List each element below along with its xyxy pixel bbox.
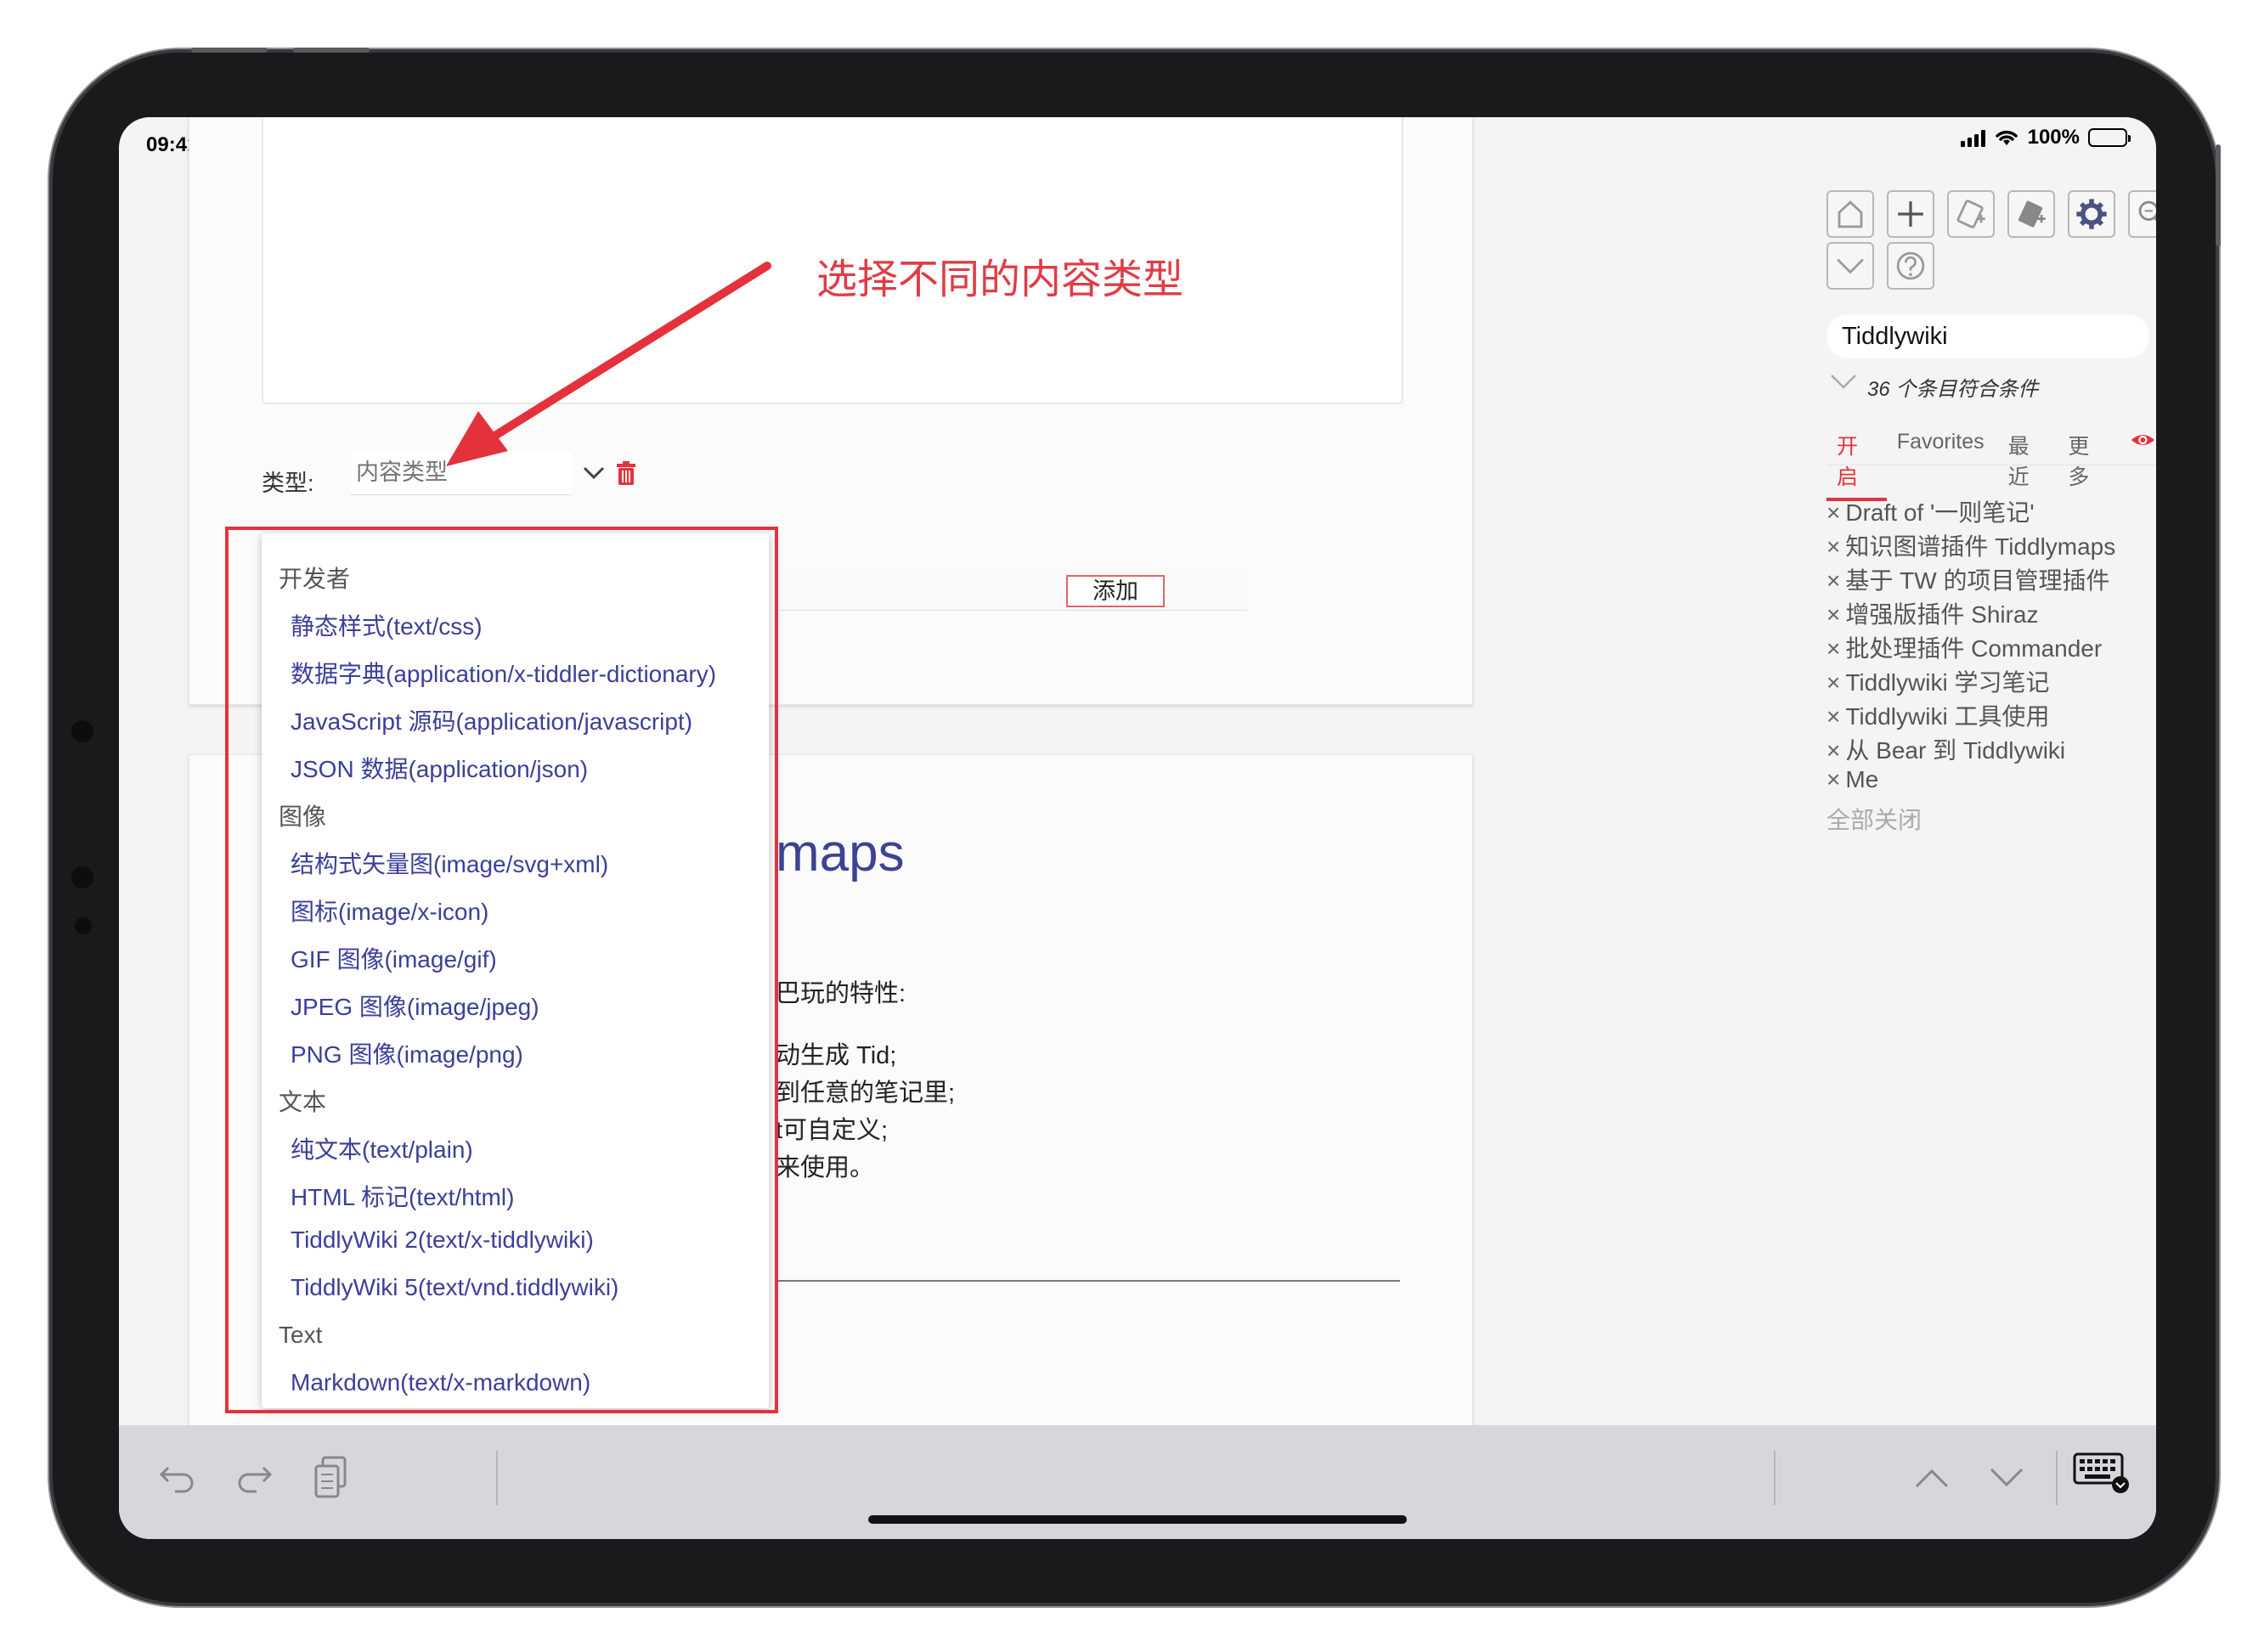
close-icon[interactable]: × [1826, 533, 1840, 560]
content-type-dropdown: 开发者 静态样式(text/css) 数据字典(application/x-ti… [262, 533, 769, 1408]
wifi-icon [1995, 130, 2018, 145]
close-icon[interactable]: × [1826, 703, 1840, 730]
undo-icon[interactable] [158, 1461, 197, 1495]
dropdown-item[interactable]: TiddlyWiki 5(text/vnd.tiddlywiki) [291, 1274, 618, 1301]
close-icon[interactable]: × [1826, 669, 1840, 696]
body-text: t可自定义; [776, 1117, 889, 1144]
fold-all-icon[interactable] [1826, 242, 1874, 290]
open-tiddler-item[interactable]: × Tiddlywiki 学习笔记 [1826, 664, 2049, 698]
close-icon[interactable]: × [1826, 567, 1840, 594]
camera-sensor [75, 917, 92, 934]
open-tiddler-link[interactable]: 从 Bear 到 Tiddlywiki [1845, 737, 2065, 764]
dropdown-item[interactable]: JavaScript 源码(application/javascript) [291, 703, 692, 737]
dropdown-item[interactable]: 图标(image/x-icon) [291, 894, 488, 927]
dropdown-group-label: 图像 [279, 803, 327, 830]
divider [776, 1280, 1400, 1282]
open-tiddler-item[interactable]: × Tiddlywiki 工具使用 [1826, 698, 2049, 732]
toolbar-divider [1774, 1451, 1776, 1505]
open-tiddler-item[interactable]: × 知识图谱插件 Tiddlymaps [1826, 528, 2115, 562]
open-tiddler-item[interactable]: × Me [1826, 766, 1878, 793]
dropdown-item[interactable]: TiddlyWiki 2(text/x-tiddlywiki) [291, 1226, 594, 1254]
close-icon[interactable]: × [1826, 635, 1840, 662]
new-tiddler-icon[interactable] [1887, 190, 1934, 238]
body-text: 巴玩的特性: [776, 980, 906, 1007]
chevron-down-icon[interactable] [1830, 372, 1857, 391]
add-tag-button[interactable]: 添加 [1066, 575, 1165, 607]
control-panel-icon[interactable] [2068, 190, 2115, 238]
open-tiddler-item[interactable]: × Draft of '一则笔记' [1826, 494, 2035, 528]
status-indicators: 100% [1960, 126, 2131, 149]
dropdown-group-label: Text [279, 1322, 323, 1348]
open-tiddler-link[interactable]: Tiddlywiki 学习笔记 [1845, 669, 2049, 696]
annotation-arrow [446, 262, 771, 466]
open-tiddler-link[interactable]: 知识图谱插件 Tiddlymaps [1845, 533, 2115, 560]
search-match-count: 36 个条目符合条件 [1867, 378, 2039, 401]
dropdown-item[interactable]: PNG 图像(image/png) [291, 1036, 523, 1070]
search-input[interactable] [1826, 314, 2149, 358]
new-journal-icon[interactable] [1947, 190, 1995, 238]
hide-keyboard-icon[interactable] [2071, 1451, 2131, 1495]
dropdown-item[interactable]: 数据字典(application/x-tiddler-dictionary) [291, 656, 716, 690]
dropdown-item[interactable]: JPEG 图像(image/jpeg) [291, 989, 539, 1023]
advanced-search-icon[interactable] [2128, 190, 2156, 238]
chevron-down-icon[interactable] [1988, 1466, 2025, 1490]
import-icon[interactable] [2007, 190, 2055, 238]
toolbar-divider [2056, 1451, 2058, 1505]
dropdown-item[interactable]: Markdown(text/x-markdown) [291, 1369, 590, 1396]
tag-input[interactable] [776, 572, 1247, 611]
body-text: 来使用。 [776, 1154, 875, 1181]
open-tiddler-link[interactable]: 批处理插件 Commander [1845, 635, 2102, 662]
close-icon[interactable]: × [1826, 737, 1840, 764]
tiddler-title[interactable]: maps [776, 823, 905, 883]
open-tiddler-link[interactable]: Me [1845, 766, 1878, 792]
screen: 09:41 9月12日 周三 100% 类型: 添加 选择不同的内容类型 map… [119, 117, 2156, 1539]
tab-recent[interactable]: 最近 [1998, 430, 2058, 501]
dropdown-item[interactable]: 纯文本(text/plain) [291, 1131, 473, 1165]
camera-sensor [71, 866, 93, 888]
dropdown-item[interactable]: HTML 标记(text/html) [291, 1179, 514, 1213]
open-tiddler-item[interactable]: × 从 Bear 到 Tiddlywiki [1826, 732, 2065, 766]
battery-percent: 100% [2027, 126, 2080, 149]
open-tiddler-item[interactable]: × 批处理插件 Commander [1826, 630, 2102, 664]
dropdown-item[interactable]: GIF 图像(image/gif) [291, 941, 497, 975]
tab-open[interactable]: 开启 [1826, 430, 1887, 501]
close-icon[interactable]: × [1826, 766, 1840, 792]
redo-icon[interactable] [234, 1461, 274, 1495]
open-tiddler-link[interactable]: 基于 TW 的项目管理插件 [1845, 567, 2109, 594]
home-icon[interactable] [1826, 190, 1874, 238]
top-button [191, 48, 268, 53]
open-tiddler-item[interactable]: × 基于 TW 的项目管理插件 [1826, 562, 2109, 596]
eye-icon[interactable] [2130, 428, 2156, 452]
dropdown-group-label: 开发者 [279, 566, 351, 592]
battery-icon [2088, 128, 2131, 147]
camera-sensor [71, 720, 93, 742]
home-indicator [868, 1515, 1407, 1524]
chevron-up-icon[interactable] [1913, 1466, 1951, 1490]
dropdown-item[interactable]: JSON 数据(application/json) [291, 751, 588, 785]
open-tiddler-link[interactable]: 增强版插件 Shiraz [1845, 601, 2038, 628]
body-text: 动生成 Tid; [776, 1042, 897, 1069]
dropdown-item[interactable]: 静态样式(text/css) [291, 608, 483, 642]
open-tiddler-link[interactable]: Tiddlywiki 工具使用 [1845, 703, 2049, 730]
tab-more[interactable]: 更多 [2058, 430, 2118, 501]
tab-favorites[interactable]: Favorites [1887, 430, 1998, 501]
close-icon[interactable]: × [1826, 601, 1840, 628]
close-all-link[interactable]: 全部关闭 [1826, 802, 1922, 836]
cellular-signal-icon [1960, 128, 1985, 147]
body-text: 到任意的笔记里; [776, 1080, 956, 1107]
dropdown-group-label: 文本 [279, 1089, 327, 1115]
toolbar-divider [496, 1451, 498, 1505]
sidebar-tabs: 开启 Favorites 最近 更多 [1826, 430, 2156, 501]
paste-icon[interactable] [313, 1454, 350, 1500]
side-button [2216, 144, 2221, 246]
open-tiddler-item[interactable]: × 增强版插件 Shiraz [1826, 596, 2039, 630]
dropdown-item[interactable]: 结构式矢量图(image/svg+xml) [291, 846, 608, 880]
top-button [293, 48, 370, 53]
annotation-text: 选择不同的内容类型 [816, 257, 1184, 302]
close-icon[interactable]: × [1826, 499, 1840, 526]
help-icon[interactable] [1887, 242, 1934, 290]
type-label: 类型: [262, 471, 314, 496]
open-tiddler-link[interactable]: Draft of '一则笔记' [1845, 499, 2034, 526]
